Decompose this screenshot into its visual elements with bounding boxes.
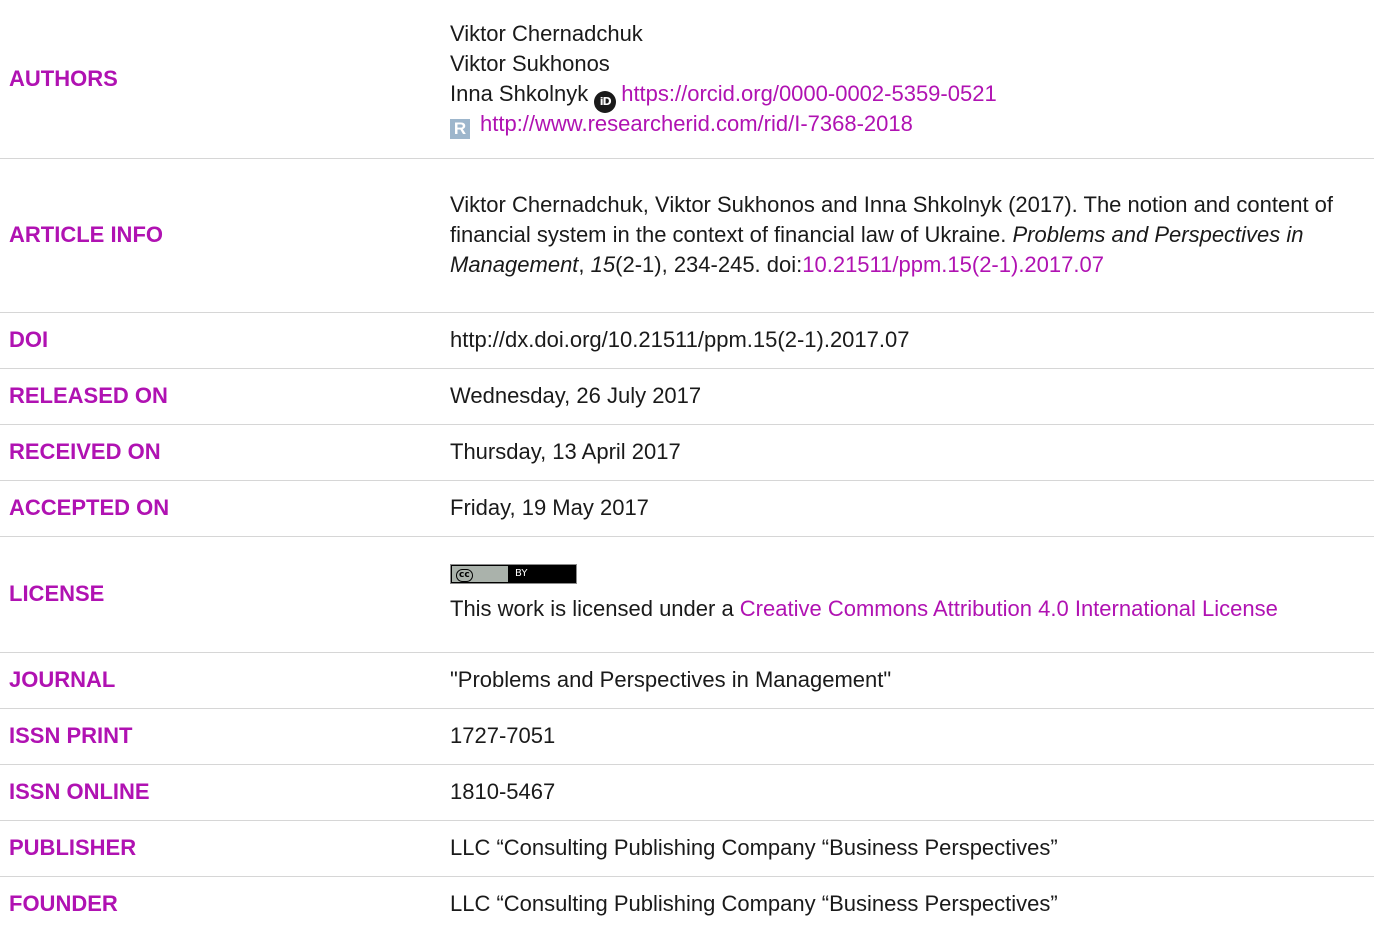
journal-value: "Problems and Perspectives in Management… [450, 667, 892, 692]
author-name: Viktor Sukhonos [450, 50, 610, 76]
journal-label: JOURNAL [9, 667, 116, 692]
released-label: RELEASED ON [9, 383, 168, 408]
publisher-label: PUBLISHER [9, 835, 137, 860]
issn-print-value: 1727-7051 [450, 723, 556, 748]
license-link[interactable]: Creative Commons Attribution 4.0 Interna… [740, 596, 1278, 621]
article-info-label: ARTICLE INFO [9, 222, 163, 247]
released-value: Wednesday, 26 July 2017 [450, 383, 702, 408]
citation-volume: 15 [590, 252, 616, 277]
issn-online-label: ISSN ONLINE [9, 779, 150, 804]
doi-value: http://dx.doi.org/10.21511/ppm.15(2-1).2… [450, 327, 910, 352]
received-label: RECEIVED ON [9, 439, 161, 464]
received-row: RECEIVED ON Thursday, 13 April 2017 [0, 424, 1374, 480]
publisher-row: PUBLISHER LLC “Consulting Publishing Com… [0, 820, 1374, 876]
doi-row: DOI http://dx.doi.org/10.21511/ppm.15(2-… [0, 312, 1374, 368]
cc-icon: cc [452, 566, 508, 582]
author-orcid-line: Inna Shkolnyk iD https://orcid.org/0000-00… [450, 79, 1334, 113]
issn-print-label: ISSN PRINT [9, 723, 133, 748]
license-value: cc BY This work is licensed under a Creat… [450, 536, 1374, 652]
issn-print-row: ISSN PRINT 1727-7051 [0, 708, 1374, 764]
cc-by-badge[interactable]: cc BY [450, 564, 577, 584]
issn-online-row: ISSN ONLINE 1810-5467 [0, 764, 1374, 820]
license-prefix: This work is licensed under a [450, 596, 740, 621]
founder-row: FOUNDER LLC “Consulting Publishing Compa… [0, 876, 1374, 932]
researcherid-icon: R [450, 118, 470, 139]
accepted-value: Friday, 19 May 2017 [450, 495, 649, 520]
received-value: Thursday, 13 April 2017 [450, 439, 681, 464]
license-label: LICENSE [9, 581, 105, 606]
publisher-value: LLC “Consulting Publishing Company “Busi… [450, 835, 1058, 860]
license-text: This work is licensed under a Creative C… [450, 594, 1334, 624]
accepted-row: ACCEPTED ON Friday, 19 May 2017 [0, 480, 1374, 536]
license-row: LICENSE cc BY This work is licensed under… [0, 536, 1374, 652]
citation-separator: , [578, 252, 591, 277]
doi-label: DOI [9, 327, 49, 352]
accepted-label: ACCEPTED ON [9, 495, 170, 520]
researcherid-link[interactable]: http://www.researcherid.com/rid/I-7368-2… [480, 111, 913, 136]
citation-doi-link[interactable]: 10.21511/ppm.15(2-1).2017.07 [802, 252, 1104, 277]
founder-label: FOUNDER [9, 891, 118, 917]
founder-value: LLC “Consulting Publishing Company “Busi… [450, 891, 1058, 917]
citation-pages: (2-1), 234-245. doi: [615, 252, 803, 277]
metadata-table: AUTHORS Viktor Chernadchuk Viktor Sukhon… [0, 0, 1374, 932]
article-info-row: ARTICLE INFO Viktor Chernadchuk, Viktor … [0, 158, 1374, 312]
issn-online-value: 1810-5467 [450, 779, 556, 804]
article-metadata-page: AUTHORS Viktor Chernadchuk Viktor Sukhon… [0, 0, 1374, 929]
journal-row: JOURNAL "Problems and Perspectives in Ma… [0, 652, 1374, 708]
orcid-link[interactable]: https://orcid.org/0000-0002-5359-0521 [621, 81, 996, 106]
author-name: Viktor Chernadchuk [450, 20, 643, 46]
researcherid-line: Rhttp://www.researcherid.com/rid/I-7368-… [450, 109, 1334, 139]
authors-value: Viktor Chernadchuk Viktor Sukhonos Inna … [450, 0, 1374, 158]
citation-text: Viktor Chernadchuk, Viktor Sukhonos and … [450, 158, 1374, 312]
by-icon: BY [515, 568, 528, 579]
authors-label: AUTHORS [9, 65, 118, 91]
authors-row: AUTHORS Viktor Chernadchuk Viktor Sukhon… [0, 0, 1374, 158]
released-row: RELEASED ON Wednesday, 26 July 2017 [0, 368, 1374, 424]
author-name: Inna Shkolnyk [450, 80, 589, 106]
